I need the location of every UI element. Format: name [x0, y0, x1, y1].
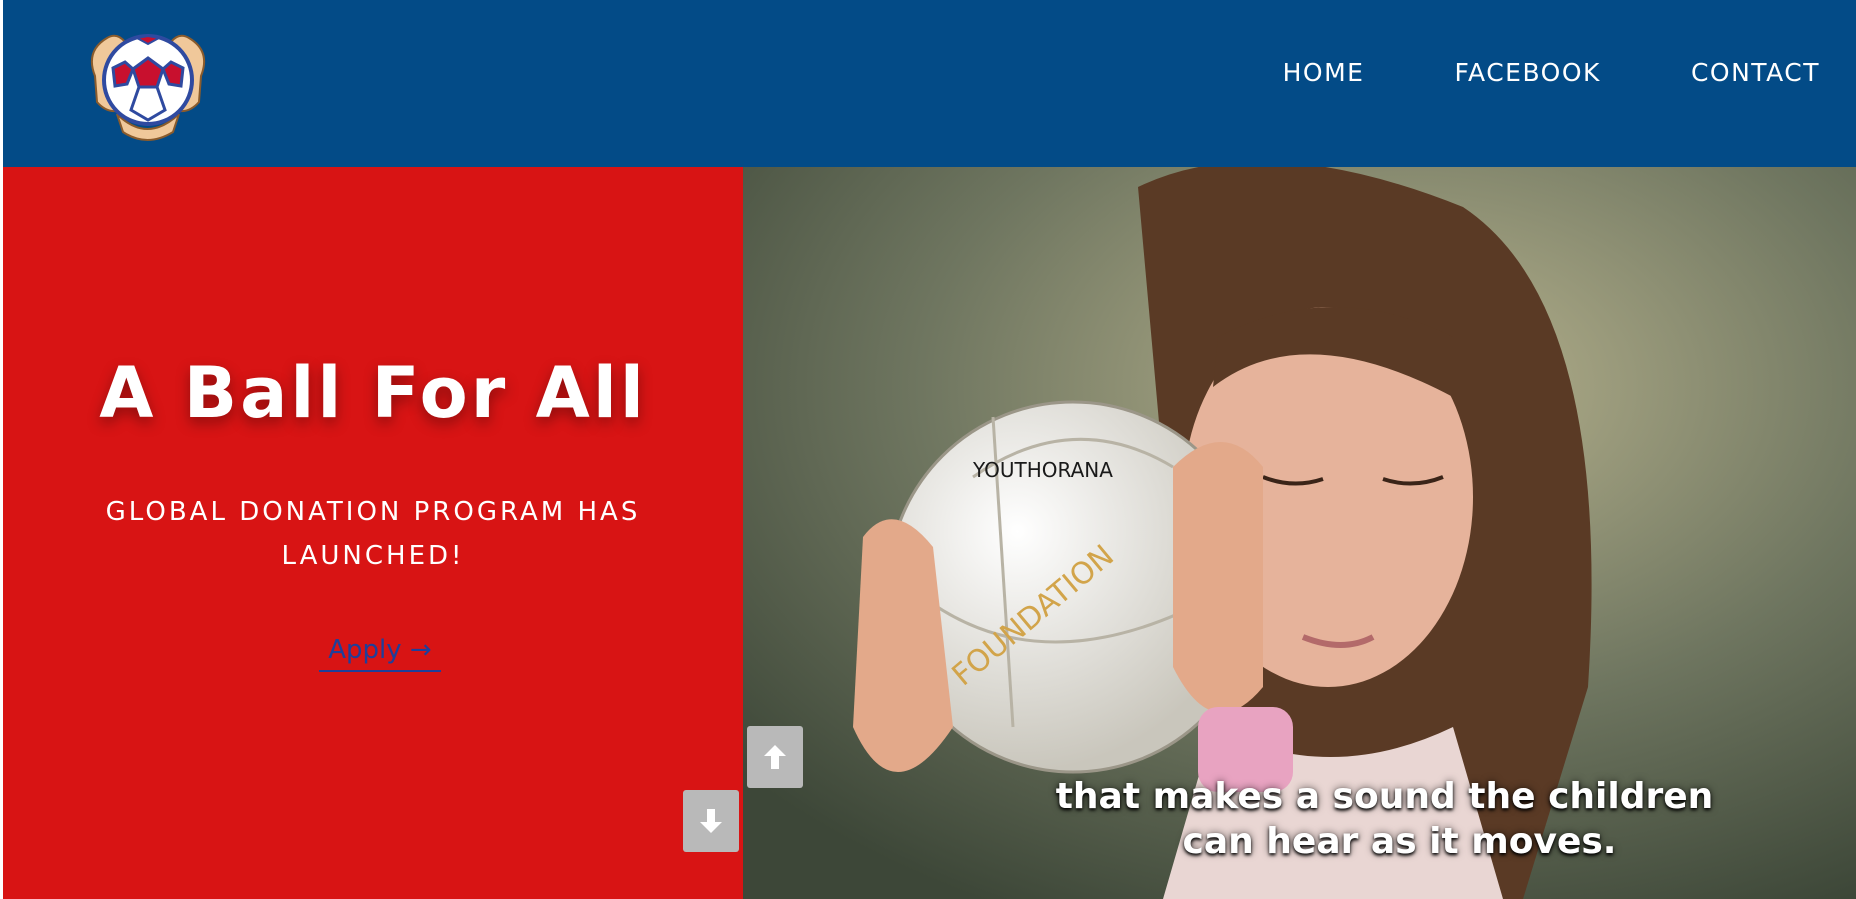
logo-icon: [91, 34, 205, 141]
hero-title: A Ball For All: [99, 352, 647, 434]
hero-subtitle-line2: LAUNCHED!: [281, 541, 465, 571]
main-nav: HOME FACEBOOK CONTACT: [1193, 58, 1820, 88]
hero-subtitle: GLOBAL DONATION PROGRAM HAS LAUNCHED!: [98, 490, 648, 578]
video-caption: that makes a sound the children can hear…: [743, 774, 1856, 864]
nav-home-link[interactable]: HOME: [1283, 58, 1365, 88]
apply-link[interactable]: Apply →: [319, 630, 441, 672]
hero-subtitle-line1: GLOBAL DONATION PROGRAM HAS: [105, 497, 641, 527]
nav-contact-link[interactable]: CONTACT: [1691, 58, 1820, 88]
arrow-down-icon: [700, 809, 722, 833]
scroll-up-button[interactable]: [747, 726, 803, 788]
arrow-up-icon: [764, 745, 786, 769]
nav-facebook-link[interactable]: FACEBOOK: [1454, 58, 1600, 88]
ball-brand-text: YOUTHORANA: [972, 458, 1113, 482]
page: HOME FACEBOOK CONTACT A Ball For All GLO…: [0, 0, 1856, 899]
video-caption-line1: that makes a sound the children: [1055, 776, 1714, 817]
site-logo[interactable]: [77, 6, 219, 148]
hero-video[interactable]: YOUTHORANA FOUNDATION that makes a sound…: [743, 167, 1856, 899]
scroll-down-button[interactable]: [683, 790, 739, 852]
video-caption-line2: can hear as it moves.: [1182, 821, 1617, 862]
site-header: HOME FACEBOOK CONTACT: [3, 0, 1856, 167]
hero-panel: A Ball For All GLOBAL DONATION PROGRAM H…: [3, 167, 743, 899]
